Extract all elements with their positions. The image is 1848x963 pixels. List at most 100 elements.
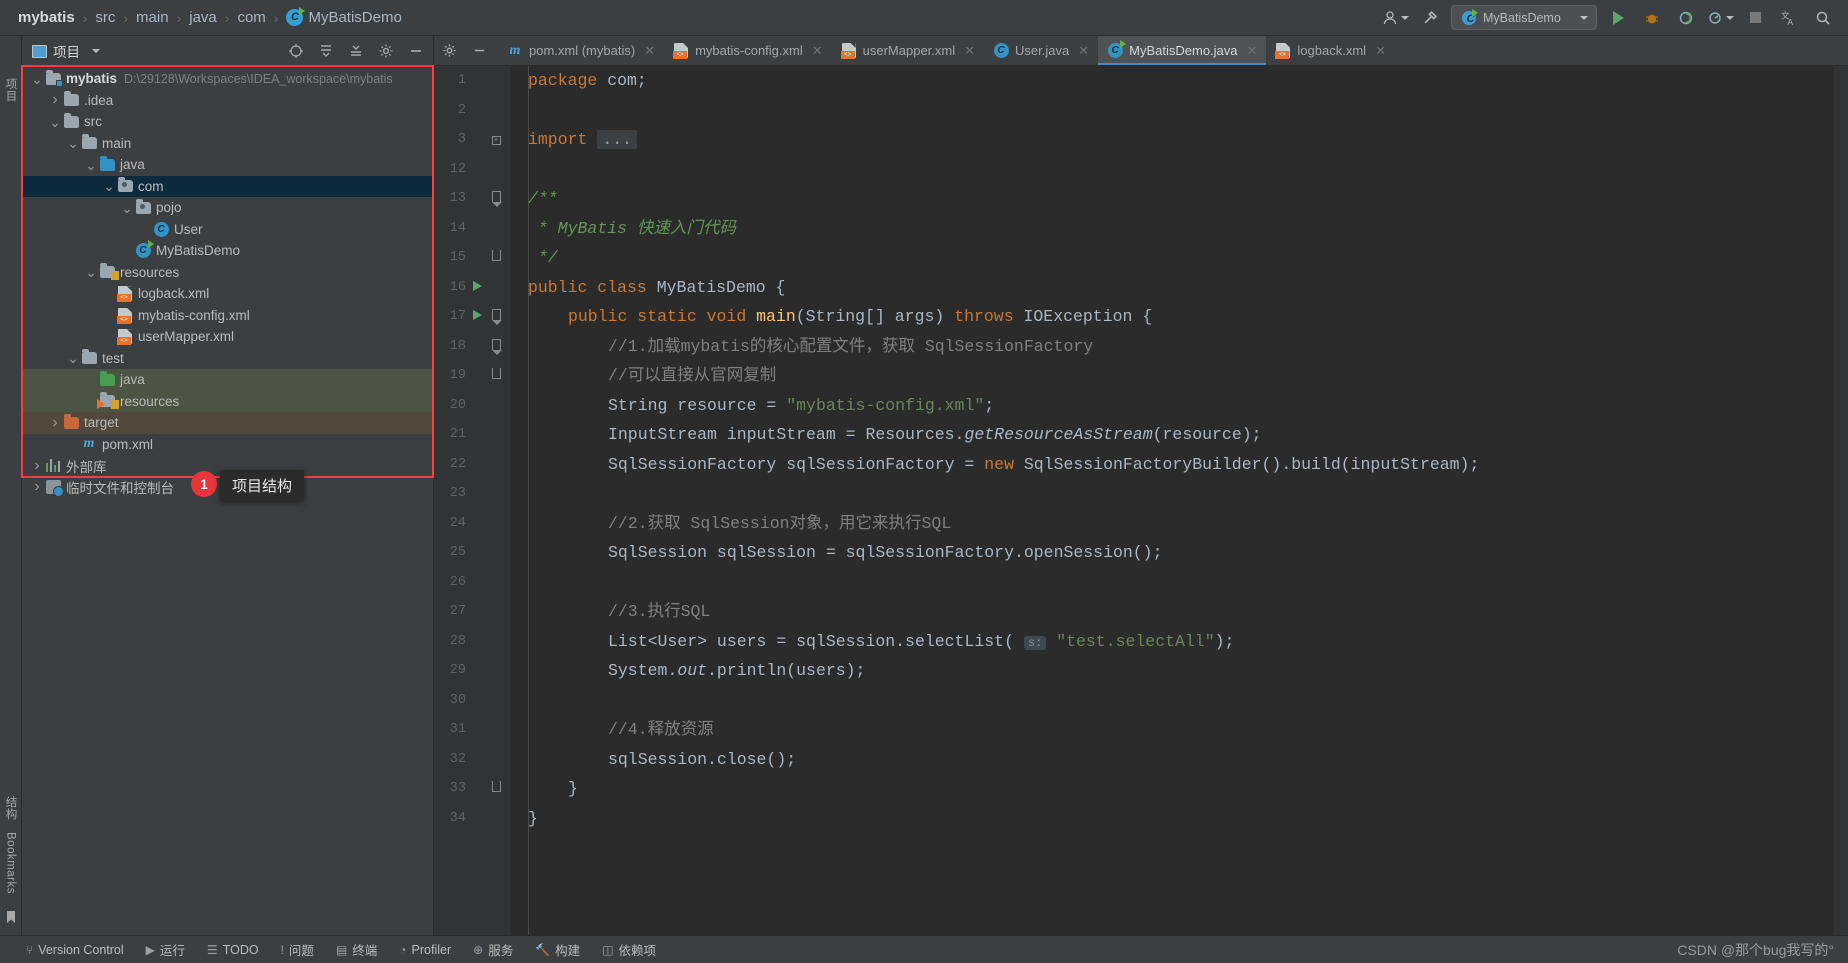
code-line[interactable]: import ...: [528, 125, 1834, 155]
code-line[interactable]: SqlSessionFactory sqlSessionFactory = ne…: [528, 450, 1834, 480]
close-icon[interactable]: ✕: [1375, 43, 1386, 59]
breadcrumb-item-project[interactable]: mybatis: [14, 9, 79, 26]
status-bar-item-[interactable]: ◫ 依赖项: [602, 940, 656, 959]
close-icon[interactable]: ✕: [644, 43, 655, 59]
run-button[interactable]: [1605, 5, 1631, 31]
code-line[interactable]: }: [528, 774, 1834, 804]
chevron-down-icon[interactable]: ⌄: [66, 351, 80, 365]
fold-marker-icon[interactable]: [486, 309, 506, 326]
fold-marker-icon[interactable]: [486, 781, 506, 796]
editor-tab-User.java[interactable]: C User.java ✕: [984, 36, 1098, 65]
status-bar-item-TODO[interactable]: ☰ TODO: [207, 943, 259, 957]
tree-node-User[interactable]: C User: [22, 219, 433, 241]
tree-node-target[interactable]: › target: [22, 412, 433, 434]
code-line[interactable]: [528, 686, 1834, 716]
translate-icon[interactable]: 文A: [1776, 5, 1802, 31]
close-icon[interactable]: ✕: [1078, 43, 1089, 59]
chevron-down-icon[interactable]: ⌄: [120, 201, 134, 215]
code-line[interactable]: //3.执行SQL: [528, 597, 1834, 627]
chevron-down-icon[interactable]: ⌄: [102, 179, 116, 193]
tree-node-pojo[interactable]: ⌄ pojo: [22, 197, 433, 219]
status-bar-item-VersionControl[interactable]: ⑂ Version Control: [26, 943, 124, 957]
code-line[interactable]: public static void main(String[] args) t…: [528, 302, 1834, 332]
status-bar-item-[interactable]: ▶ 运行: [146, 940, 185, 959]
tree-node-main[interactable]: ⌄ main: [22, 133, 433, 155]
run-with-coverage-button[interactable]: [1673, 5, 1699, 31]
chevron-right-icon[interactable]: ›: [48, 91, 62, 109]
tree-node-java[interactable]: java: [22, 369, 433, 391]
code-line[interactable]: [528, 479, 1834, 509]
scroll-from-source-icon[interactable]: [287, 42, 305, 60]
tree-node-mybatis-config.xml[interactable]: mybatis-config.xml: [22, 305, 433, 327]
editor-tab-pom.xmlmybatis[interactable]: m pom.xml (mybatis) ✕: [498, 36, 664, 65]
code-line[interactable]: }: [528, 804, 1834, 834]
tree-node-MyBatisDemo[interactable]: C MyBatisDemo: [22, 240, 433, 262]
rail-item-bookmarks[interactable]: Bookmarks: [3, 826, 19, 900]
collapse-all-icon[interactable]: [347, 42, 365, 60]
code-line[interactable]: InputStream inputStream = Resources.getR…: [528, 420, 1834, 450]
tree-node-mybatis[interactable]: ⌄ mybatis D:\29128\Workspaces\IDEA_workspa…: [22, 68, 433, 90]
code-line[interactable]: System.out.println(users);: [528, 656, 1834, 686]
fold-marker-icon[interactable]: [486, 368, 506, 383]
code-line[interactable]: */: [528, 243, 1834, 273]
fold-marker-icon[interactable]: [486, 191, 506, 208]
code-line[interactable]: * MyBatis 快速入门代码: [528, 214, 1834, 244]
chevron-down-icon[interactable]: ⌄: [84, 158, 98, 172]
close-icon[interactable]: ✕: [812, 43, 823, 59]
code-line[interactable]: package com;: [528, 66, 1834, 96]
profile-button[interactable]: [1707, 5, 1734, 31]
status-bar-item-[interactable]: ⊕ 服务: [473, 940, 513, 959]
code-line[interactable]: [528, 96, 1834, 126]
debug-button[interactable]: [1639, 5, 1665, 31]
tree-node-userMapper.xml[interactable]: userMapper.xml: [22, 326, 433, 348]
tree-node-com[interactable]: ⌄ com: [22, 175, 433, 197]
code-line[interactable]: [528, 155, 1834, 185]
chevron-down-icon[interactable]: ⌄: [84, 265, 98, 279]
tree-node-java[interactable]: ⌄ java: [22, 154, 433, 176]
rail-item-structure[interactable]: 结构: [1, 790, 21, 826]
tree-node-resources[interactable]: resources: [22, 390, 433, 412]
account-icon[interactable]: [1382, 5, 1409, 31]
status-bar-item-[interactable]: 🔨 构建: [535, 940, 580, 959]
gutter-run-icon[interactable]: [468, 280, 486, 295]
code-line[interactable]: SqlSession sqlSession = sqlSessionFactor…: [528, 538, 1834, 568]
tree-node-test[interactable]: ⌄ test: [22, 348, 433, 370]
fold-marker-icon[interactable]: +: [486, 134, 506, 146]
fold-marker-icon[interactable]: [486, 250, 506, 265]
code-line[interactable]: //4.释放资源: [528, 715, 1834, 745]
stop-button[interactable]: [1742, 5, 1768, 31]
gutter-run-icon[interactable]: [468, 309, 486, 324]
fold-marker-icon[interactable]: [486, 338, 506, 355]
breadcrumb-item-java[interactable]: java: [185, 9, 221, 26]
minimize-icon[interactable]: [407, 42, 425, 60]
code-line[interactable]: String resource = "mybatis-config.xml";: [528, 391, 1834, 421]
chevron-right-icon[interactable]: ›: [30, 457, 44, 475]
close-icon[interactable]: ✕: [964, 43, 975, 59]
editor-scrollbar[interactable]: [1834, 66, 1848, 935]
code-line[interactable]: public class MyBatisDemo {: [528, 273, 1834, 303]
chevron-down-icon[interactable]: ⌄: [30, 72, 44, 86]
breadcrumb-item-file[interactable]: MyBatisDemo: [282, 7, 405, 26]
editor-tab-logback.xml[interactable]: logback.xml ✕: [1266, 36, 1395, 65]
tree-node-src[interactable]: ⌄ src: [22, 111, 433, 133]
code-line[interactable]: /**: [528, 184, 1834, 214]
code-line[interactable]: List<User> users = sqlSession.selectList…: [528, 627, 1834, 657]
code-line[interactable]: //2.获取 SqlSession对象，用它来执行SQL: [528, 509, 1834, 539]
editor-tab-mybatis-config.xml[interactable]: mybatis-config.xml ✕: [664, 36, 832, 65]
tree-node-.idea[interactable]: › .idea: [22, 90, 433, 112]
code-line[interactable]: [528, 568, 1834, 598]
code-lines[interactable]: package com; import ... /** * MyBatis 快速入门…: [510, 66, 1834, 833]
editor-tab-MyBatisDemo.java[interactable]: C MyBatisDemo.java ✕: [1098, 36, 1267, 65]
editor-gutter[interactable]: 1 2 3 +12 13 14 15 16 17 18 19 20 21 22 23 24 25 26 27 28 29…: [434, 66, 510, 935]
breadcrumb-item-main[interactable]: main: [132, 9, 173, 26]
tree-node-pom.xml[interactable]: m pom.xml: [22, 434, 433, 456]
expand-all-icon[interactable]: [317, 42, 335, 60]
code-editor[interactable]: 1 2 3 +12 13 14 15 16 17 18 19 20 21 22 23 24 25 26 27 28 29…: [434, 66, 1848, 935]
settings-gear-icon[interactable]: [377, 42, 395, 60]
close-icon[interactable]: ✕: [1247, 43, 1258, 59]
status-bar-item-[interactable]: ! 问题: [281, 940, 314, 959]
breadcrumb-item-com[interactable]: com: [233, 9, 269, 26]
build-hammer-icon[interactable]: [1417, 5, 1443, 31]
breadcrumb-item-src[interactable]: src: [91, 9, 119, 26]
editor-tab-userMapper.xml[interactable]: userMapper.xml ✕: [832, 36, 984, 65]
